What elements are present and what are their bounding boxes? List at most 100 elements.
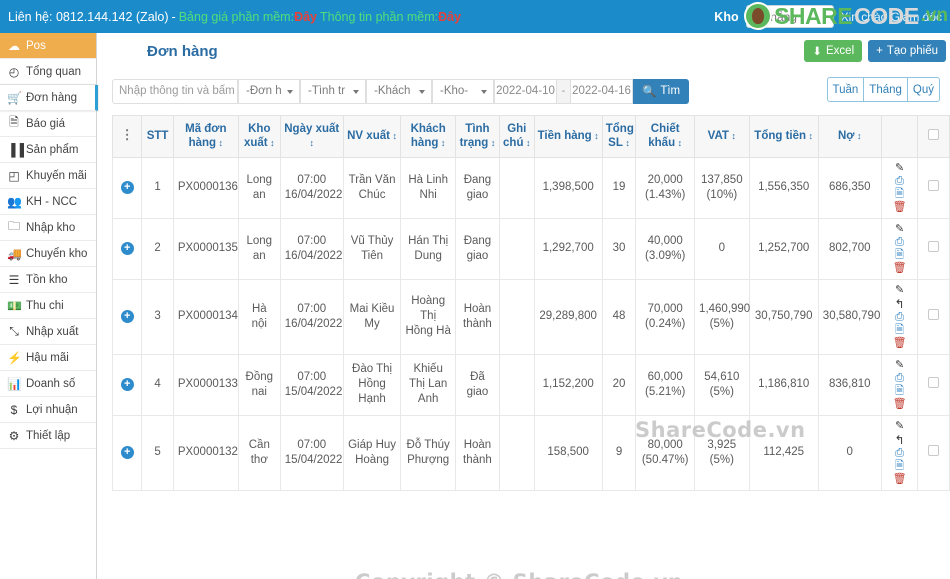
user-menu[interactable]: Xin chào Giám đốc	[841, 10, 942, 24]
sidebar-item-12[interactable]: ⚡ Hậu mãi	[0, 345, 96, 371]
header-customer[interactable]: Khách hàng	[400, 115, 456, 158]
date-from-input[interactable]: 2022-04-10	[494, 78, 557, 104]
print-icon[interactable]: ⎙	[895, 372, 904, 384]
row-checkbox[interactable]	[928, 376, 940, 388]
sidebar-item-7[interactable]: 🗀 Nhập kho	[0, 215, 96, 241]
order-code-link[interactable]: PX0000136	[172, 156, 239, 219]
customer-select[interactable]: -Khách	[366, 78, 432, 104]
row-select-cell[interactable]	[917, 414, 950, 491]
row-checkbox[interactable]	[928, 179, 940, 191]
excel-icon[interactable]: 🗎	[895, 460, 904, 472]
customer-link[interactable]: Hán Thị Dung	[400, 217, 456, 280]
search-button[interactable]: 🔍 Tìm	[633, 78, 690, 104]
table-row[interactable]: +2 PX0000135 Long an 07:00 16/04/2022 Vũ Thủy…	[112, 217, 950, 280]
period-button-1[interactable]: Tháng	[863, 77, 907, 102]
warehouse-filter-select[interactable]: -Kho-	[432, 78, 494, 104]
expand-row-button[interactable]: +	[112, 156, 143, 219]
sidebar-item-14[interactable]: $ Lợi nhuận	[0, 397, 96, 423]
header-goods-amount[interactable]: Tiền hàng	[533, 115, 603, 158]
create-order-button[interactable]: + Tạo phiếu	[868, 40, 946, 62]
search-input[interactable]: Nhập thông tin và bấm tìm	[112, 78, 238, 104]
warehouse-select[interactable]: Đà nẵng	[745, 5, 834, 28]
excel-icon[interactable]: 🗎	[895, 385, 904, 397]
header-debt[interactable]: Nợ	[817, 115, 882, 158]
date-to-input[interactable]: 2022-04-16	[570, 78, 633, 104]
header-staff[interactable]: NV xuất	[342, 115, 402, 158]
header-status[interactable]: Tình trạng	[454, 115, 500, 158]
sidebar-item-11[interactable]: ⤡ Nhập xuất	[0, 319, 96, 345]
sidebar-item-10[interactable]: 💵 Thu chi	[0, 293, 96, 319]
delete-icon[interactable]: 🗑	[893, 398, 907, 410]
expand-row-button[interactable]: +	[112, 353, 143, 416]
excel-icon[interactable]: 🗎	[895, 188, 904, 200]
row-select-cell[interactable]	[917, 156, 950, 219]
table-row[interactable]: +3 PX0000134 Hà nội 07:00 16/04/2022 Mai Kiều…	[112, 278, 950, 355]
status-select[interactable]: -Tình tr	[300, 78, 366, 104]
customer-link[interactable]: Đỗ Thúy Phượng	[400, 414, 456, 491]
expand-row-button[interactable]: +	[112, 278, 143, 355]
customer-link[interactable]: Khiếu Thị Lan Anh	[400, 353, 456, 416]
header-discount[interactable]: Chiết khấu	[635, 115, 696, 158]
table-row[interactable]: +5 PX0000132 Cần thơ 07:00 15/04/2022 Giáp Hu…	[112, 414, 950, 491]
header-total-qty[interactable]: Tổng SL	[601, 115, 637, 158]
header-note[interactable]: Ghi chú	[498, 115, 535, 158]
sidebar-item-4[interactable]: ▐▐ Sản phẩm	[0, 137, 96, 163]
header-menu[interactable]: ⋮	[112, 115, 143, 158]
return-icon[interactable]: ↰	[895, 434, 905, 446]
expand-row-button[interactable]: +	[112, 414, 143, 491]
info-link[interactable]: Đây	[438, 10, 461, 24]
expand-row-button[interactable]: +	[112, 217, 143, 280]
sidebar-item-13[interactable]: 📊 Doanh số	[0, 371, 96, 397]
sidebar-item-3[interactable]: 🗎 Báo giá	[0, 111, 96, 137]
order-code-link[interactable]: PX0000132	[172, 414, 239, 491]
sidebar-item-6[interactable]: 👥 KH - NCC	[0, 189, 96, 215]
sidebar-item-5[interactable]: ◰ Khuyến mãi	[0, 163, 96, 189]
table-row[interactable]: +4 PX0000133 Đồng nai 07:00 15/04/2022 Đào Th…	[112, 353, 950, 416]
delete-icon[interactable]: 🗑	[893, 201, 907, 213]
table-row[interactable]: +1 PX0000136 Long an 07:00 16/04/2022 Trần Vă…	[112, 156, 950, 219]
sidebar-item-8[interactable]: 🚚 Chuyển kho	[0, 241, 96, 267]
delete-icon[interactable]: 🗑	[893, 473, 907, 485]
edit-icon[interactable]: ✎	[895, 359, 904, 371]
print-icon[interactable]: ⎙	[895, 236, 904, 248]
row-select-cell[interactable]	[917, 217, 950, 280]
period-button-2[interactable]: Quý	[906, 77, 940, 102]
header-select-all[interactable]	[917, 115, 950, 158]
pricing-link[interactable]: Đây	[294, 10, 317, 24]
customer-link[interactable]: Hoàng Thị Hồng Hà	[400, 278, 456, 355]
row-checkbox[interactable]	[928, 444, 940, 456]
return-icon[interactable]: ↰	[895, 298, 905, 310]
print-icon[interactable]: ⎙	[895, 311, 904, 323]
excel-icon[interactable]: 🗎	[895, 249, 904, 261]
header-order-code[interactable]: Mã đơn hàng	[172, 115, 239, 158]
row-select-cell[interactable]	[917, 353, 950, 416]
header-warehouse[interactable]: Kho xuất	[237, 115, 281, 158]
order-code-link[interactable]: PX0000135	[172, 217, 239, 280]
row-checkbox[interactable]	[928, 308, 940, 320]
sidebar-item-15[interactable]: ⚙ Thiết lập	[0, 423, 96, 449]
row-checkbox[interactable]	[928, 240, 940, 252]
select-all-checkbox[interactable]	[928, 128, 940, 140]
sidebar-item-0[interactable]: ☁ Pos	[0, 33, 96, 59]
delete-icon[interactable]: 🗑	[893, 337, 907, 349]
sidebar-item-2[interactable]: 🛒 Đơn hàng	[0, 85, 98, 111]
order-type-select[interactable]: -Đơn h	[238, 78, 300, 104]
customer-link[interactable]: Hà Linh Nhi	[400, 156, 456, 219]
order-code-link[interactable]: PX0000133	[172, 353, 239, 416]
excel-icon[interactable]: 🗎	[895, 324, 904, 336]
header-total[interactable]: Tổng tiền	[748, 115, 819, 158]
edit-icon[interactable]: ✎	[895, 162, 904, 174]
edit-icon[interactable]: ✎	[895, 284, 904, 296]
edit-icon[interactable]: ✎	[895, 223, 904, 235]
excel-button[interactable]: ⬇ Excel	[804, 40, 863, 62]
row-select-cell[interactable]	[917, 278, 950, 355]
edit-icon[interactable]: ✎	[895, 420, 904, 432]
header-vat[interactable]: VAT	[694, 115, 750, 158]
print-icon[interactable]: ⎙	[895, 175, 904, 187]
header-date[interactable]: Ngày xuất	[279, 115, 344, 158]
sidebar-item-9[interactable]: ☰ Tồn kho	[0, 267, 96, 293]
period-button-0[interactable]: Tuần	[826, 77, 864, 102]
print-icon[interactable]: ⎙	[895, 447, 904, 459]
order-code-link[interactable]: PX0000134	[172, 278, 239, 355]
sidebar-item-1[interactable]: ◴ Tổng quan	[0, 59, 96, 85]
